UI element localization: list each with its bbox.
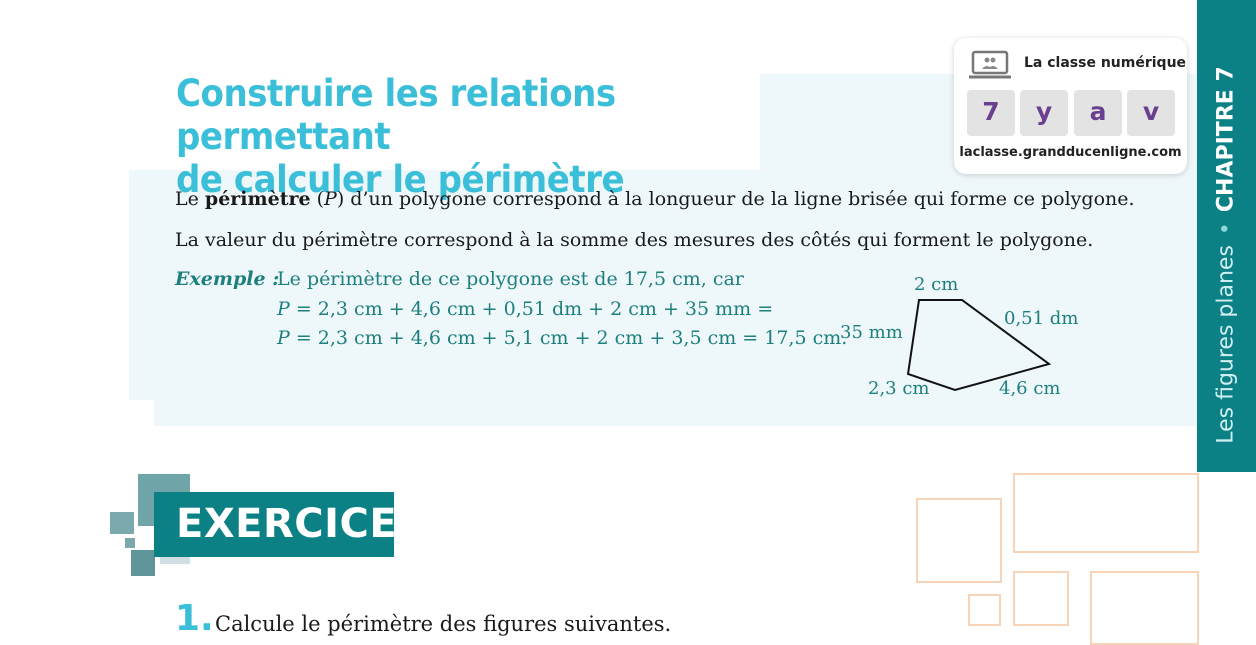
p1-before: Le [175,188,205,210]
code-key-1: 7 [967,90,1015,136]
example-label: Exemple : [175,268,280,290]
deco-outline-square [1013,571,1069,626]
code-key-2: y [1020,90,1068,136]
chapter-number: CHAPITRE 7 [1213,66,1239,213]
code-key-4: v [1127,90,1175,136]
title-line-1: Construire les relations permettant [176,72,616,158]
example-line-3: P = 2,3 cm + 4,6 cm + 5,1 cm + 2 cm + 3,… [277,327,847,349]
deco-outline-square [916,498,1002,583]
exercices-banner: EXERCICES [154,492,426,557]
banner-deco-square [110,512,134,534]
page-title: Construire les relations permettant de c… [176,72,728,201]
side-label-left: 35 mm [840,322,903,343]
exercise-number: 1. [175,598,214,639]
concept-panel-bottom [154,398,1197,426]
sum-paragraph: La valeur du périmètre correspond à la s… [175,229,1094,251]
example-var: P [277,327,290,349]
exercise-instruction: Calcule le périmètre des figures suivant… [215,612,672,636]
p1-mid: ( [310,188,325,210]
symbol-p: P [324,188,337,210]
example-line-2: P = 2,3 cm + 4,6 cm + 0,51 dm + 2 cm + 3… [277,298,773,320]
chapter-tab-label: Les figures planes • CHAPITRE 7 [1214,66,1239,444]
side-label-top: 2 cm [914,274,959,295]
classe-numerique-title: La classe numérique [1024,55,1187,71]
example-equation-1: = 2,3 cm + 4,6 cm + 0,51 dm + 2 cm + 35 … [289,298,774,320]
p1-after: ) d’un polygone correspond à la longueur… [336,188,1135,210]
laptop-icon [969,50,1011,79]
example-equation-2: = 2,3 cm + 4,6 cm + 5,1 cm + 2 cm + 3,5 … [289,327,848,349]
deco-outline-square [968,594,1001,626]
chapter-theme: Les figures planes [1213,245,1239,444]
banner-deco-square [125,538,135,548]
side-label-bottom-right: 4,6 cm [999,378,1061,399]
term-perimetre: périmètre [204,188,311,210]
chapter-separator: • [1213,222,1239,236]
deco-outline-square [1013,473,1199,553]
code-key-3: a [1074,90,1122,136]
definition-paragraph: Le périmètre (P) d’un polygone correspon… [175,188,1135,210]
example-var: P [277,298,290,320]
example-line-1: Le périmètre de ce polygone est de 17,5 … [277,268,744,290]
classe-numerique-url[interactable]: laclasse.grandducenligne.com [954,145,1187,160]
side-label-bottom-left: 2,3 cm [868,378,930,399]
side-label-right: 0,51 dm [1004,308,1079,329]
deco-outline-square [1090,571,1199,645]
banner-deco-square [131,550,155,576]
